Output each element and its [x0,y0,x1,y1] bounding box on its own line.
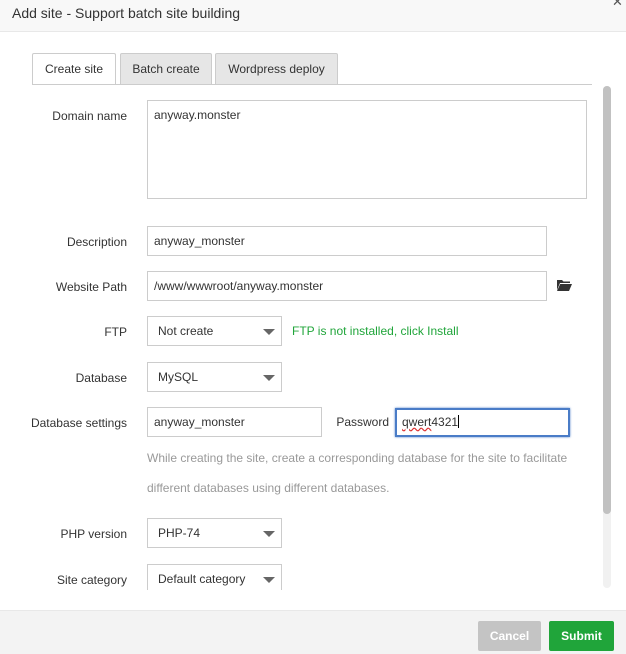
domain-textarea[interactable]: anyway.monster [147,100,587,199]
folder-icon[interactable] [557,279,572,291]
path-label: Website Path [55,280,127,294]
path-input[interactable]: /www/wwwroot/anyway.monster [147,271,547,301]
scrollbar-thumb[interactable] [603,86,611,514]
close-icon[interactable]: ✕ [612,0,626,8]
php-select-value: PHP-74 [158,526,201,540]
chevron-down-icon [263,531,275,537]
chevron-down-icon [263,577,275,583]
category-select-value: Default category [158,572,246,586]
tab-divider [32,84,592,85]
php-select[interactable]: PHP-74 [147,518,282,548]
ftp-label: FTP [104,325,127,339]
dialog-title: Add site - Support batch site building [12,5,241,21]
text-caret [458,415,460,428]
database-select-value: MySQL [158,370,199,384]
domain-label: Domain name [52,109,127,123]
tab-create-site[interactable]: Create site [32,53,116,85]
database-select[interactable]: MySQL [147,362,282,392]
category-select[interactable]: Default category [147,564,282,590]
ftp-select-value: Not create [158,324,214,338]
dbsettings-label: Database settings [30,416,127,430]
chevron-down-icon [263,329,275,335]
chevron-down-icon [263,375,275,381]
database-label: Database [75,371,127,385]
password-label: Password [336,415,389,429]
password-input[interactable]: qwert4321 [395,408,570,437]
description-label: Description [66,235,127,249]
dialog-titlebar: Add site - Support batch site building ✕ [0,0,626,32]
php-label: PHP version [60,527,127,541]
tab-batch-create[interactable]: Batch create [120,53,212,85]
description-input[interactable]: anyway_monster [147,226,547,256]
password-text-prefix: qwert [402,415,432,429]
password-text-suffix: 4321 [431,415,459,429]
db-hint-line1: While creating the site, create a corres… [147,451,568,465]
db-hint-line2: different databases using different data… [147,481,390,495]
cancel-button[interactable]: Cancel [478,621,541,651]
ftp-select[interactable]: Not create [147,316,282,346]
tab-wordpress-deploy[interactable]: Wordpress deploy [215,53,338,85]
submit-button[interactable]: Submit [549,621,614,651]
ftp-install-link[interactable]: FTP is not installed, click Install [292,324,459,338]
category-label: Site category [56,573,127,587]
